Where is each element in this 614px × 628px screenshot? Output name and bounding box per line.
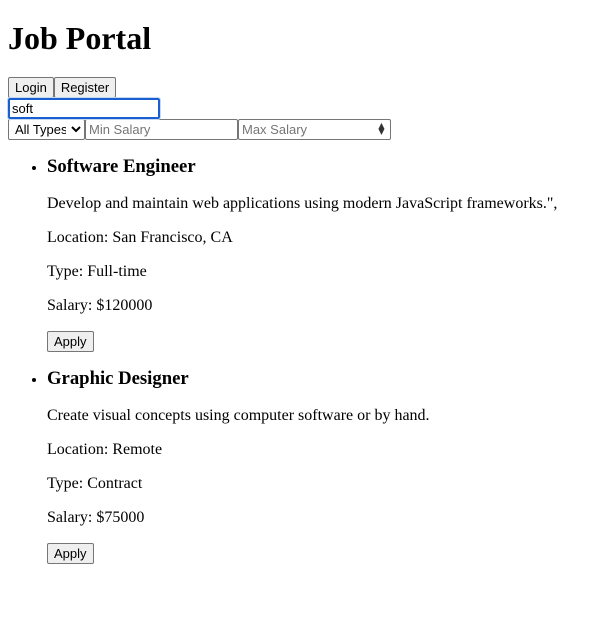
number-spinner-icon[interactable]: ▲ ▼ xyxy=(377,122,386,136)
apply-button[interactable]: Apply xyxy=(47,543,94,564)
job-item: Graphic Designer Create visual concepts … xyxy=(47,368,606,564)
job-list: Software Engineer Develop and maintain w… xyxy=(8,156,606,564)
min-salary-input[interactable] xyxy=(85,119,238,140)
job-type: Type: Contract xyxy=(47,475,143,492)
max-salary-input[interactable] xyxy=(238,119,391,140)
apply-button[interactable]: Apply xyxy=(47,331,94,352)
login-button[interactable]: Login xyxy=(8,77,54,98)
page-title: Job Portal xyxy=(8,20,152,56)
job-item: Software Engineer Develop and maintain w… xyxy=(47,156,606,352)
job-type-select[interactable]: All Types xyxy=(8,119,85,140)
job-title: Graphic Designer xyxy=(47,368,189,389)
job-location: Location: San Francisco, CA xyxy=(47,229,233,246)
job-description: Create visual concepts using computer so… xyxy=(47,407,430,424)
job-title: Software Engineer xyxy=(47,156,196,177)
search-input[interactable] xyxy=(7,97,161,120)
job-salary: Salary: $120000 xyxy=(47,297,153,314)
auth-buttons: Login Register xyxy=(8,77,606,98)
job-location: Location: Remote xyxy=(47,441,163,458)
job-salary: Salary: $75000 xyxy=(47,509,145,526)
max-salary-wrapper: ▲▼ xyxy=(238,119,391,140)
job-description: Develop and maintain web applications us… xyxy=(47,195,558,212)
job-type: Type: Full-time xyxy=(47,263,147,280)
filter-bar: All Types ▲▼ xyxy=(8,119,606,140)
register-button[interactable]: Register xyxy=(53,77,117,98)
